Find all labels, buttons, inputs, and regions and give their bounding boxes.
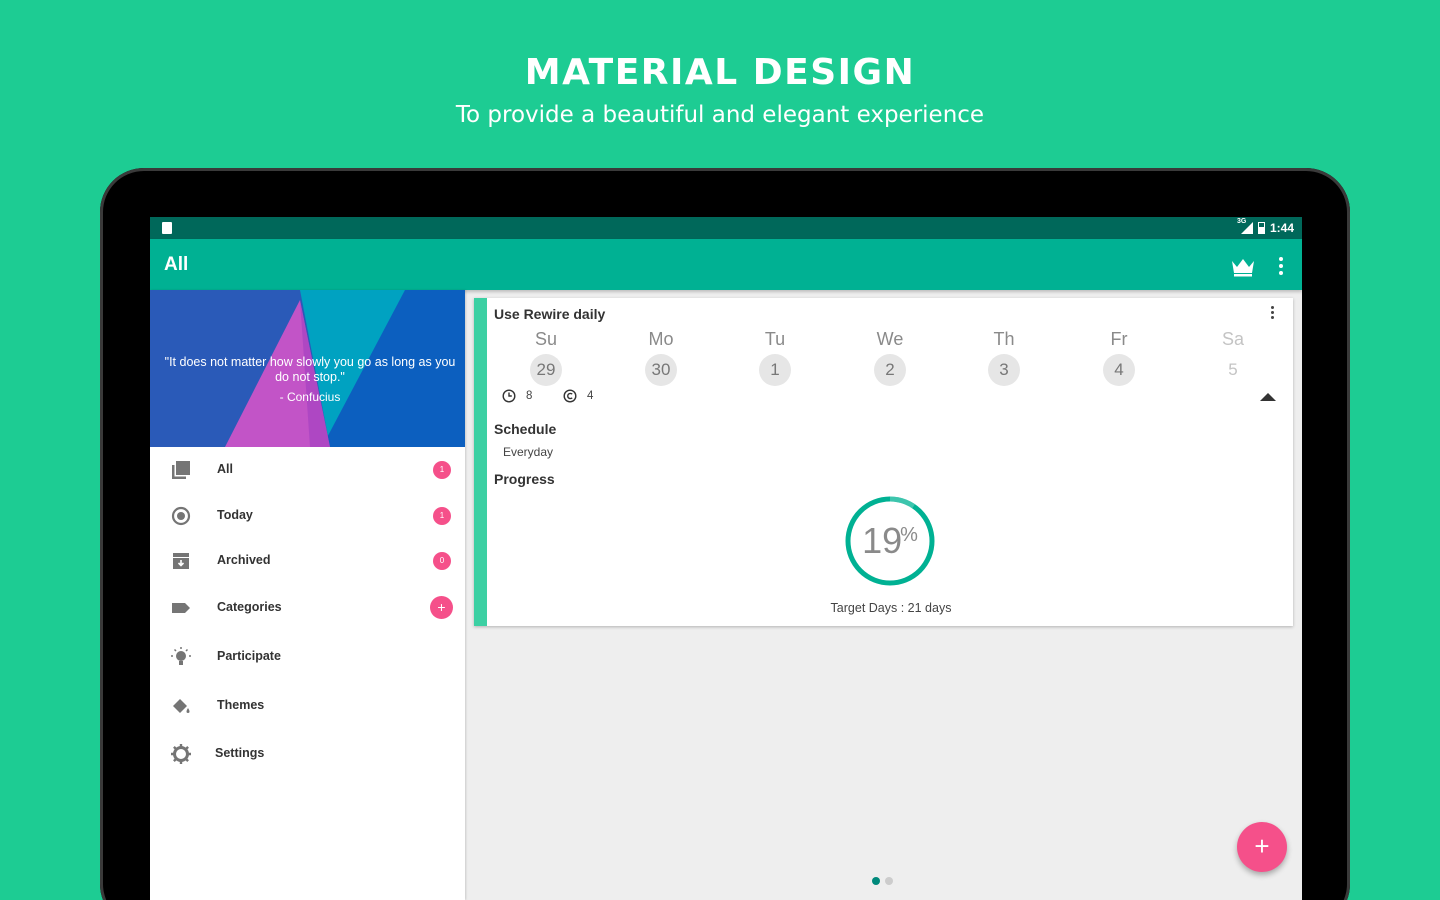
target-days: Target Days : 21 days — [830, 601, 952, 615]
add-habit-fab[interactable]: + — [1237, 822, 1287, 872]
day-number: 30 — [645, 354, 677, 386]
copyright-icon — [563, 389, 577, 403]
promo-title: MATERIAL DESIGN — [524, 52, 916, 93]
tablet-screen: 3G 1:44 All "It does not matter how slow — [150, 217, 1302, 900]
drawer-quote: "It does not matter how slowly you go as… — [164, 355, 456, 384]
drawer-header: "It does not matter how slowly you go as… — [150, 290, 465, 447]
count-badge: 1 — [433, 507, 451, 525]
best-streak: 4 — [563, 389, 593, 403]
label-icon — [172, 603, 190, 613]
gear-icon — [171, 744, 191, 764]
day-cell[interactable]: Mo 30 — [631, 328, 691, 386]
count-badge: 1 — [433, 461, 451, 479]
network-type-label: 3G — [1236, 218, 1247, 225]
nav-item-label: All — [217, 462, 233, 476]
app-bar-title: All — [164, 254, 189, 275]
progress-arc — [889, 496, 916, 509]
day-number: 2 — [874, 354, 906, 386]
day-number: 3 — [988, 354, 1020, 386]
status-time: 1:44 — [1269, 221, 1294, 235]
nav-item-label: Themes — [217, 698, 265, 712]
nav-item-participate[interactable]: Participate — [150, 637, 465, 677]
sd-card-icon — [162, 222, 172, 234]
habit-color-strip — [474, 298, 487, 626]
clock-icon — [502, 389, 516, 403]
day-number: 29 — [530, 354, 562, 386]
day-name: Su — [534, 329, 558, 349]
day-number: 5 — [1228, 360, 1238, 379]
day-name: Sa — [1221, 329, 1245, 349]
schedule-heading: Schedule — [494, 421, 557, 437]
archive-icon — [173, 553, 189, 569]
nav-item-label: Today — [217, 508, 253, 522]
day-name: Tu — [764, 329, 786, 349]
day-name: We — [876, 329, 904, 349]
collapse-arrow-icon[interactable] — [1260, 393, 1276, 401]
day-name: Fr — [1110, 329, 1128, 349]
navigation-drawer: "It does not matter how slowly you go as… — [150, 290, 465, 900]
nav-item-label: Archived — [217, 553, 271, 567]
day-number: 1 — [759, 354, 791, 386]
nav-item-label: Settings — [215, 746, 265, 760]
day-cell[interactable]: Su 29 — [516, 328, 576, 386]
count-badge: 0 — [433, 552, 451, 570]
progress-percent: 19% — [844, 520, 936, 562]
app-bar: All — [150, 239, 1302, 290]
crown-icon[interactable] — [1231, 257, 1255, 277]
best-streak-value: 4 — [587, 390, 594, 402]
day-cell[interactable]: Fr 4 — [1089, 328, 1149, 386]
progress-number: 19 — [862, 520, 903, 561]
day-name: Th — [993, 329, 1015, 349]
nav-item-categories[interactable]: Categories + — [150, 588, 465, 628]
nav-item-themes[interactable]: Themes — [150, 686, 465, 726]
progress-unit: % — [900, 524, 918, 546]
day-name: Mo — [648, 329, 674, 349]
page-dot[interactable] — [872, 877, 880, 885]
schedule-value: Everyday — [503, 445, 554, 459]
nav-item-all[interactable]: All 1 — [150, 450, 465, 490]
day-cell[interactable]: Th 3 — [974, 328, 1034, 386]
radio-target-icon — [171, 506, 191, 526]
signal-icon: 3G — [1237, 218, 1253, 234]
day-cell: Sa 5 — [1203, 328, 1263, 386]
day-cell[interactable]: We 2 — [860, 328, 920, 386]
habit-title: Use Rewire daily — [494, 306, 606, 322]
current-streak-value: 8 — [526, 390, 533, 402]
bulb-icon — [171, 647, 191, 665]
status-bar: 3G 1:44 — [150, 217, 1302, 239]
page-dot[interactable] — [885, 877, 893, 885]
battery-icon — [1257, 222, 1265, 234]
more-vert-icon[interactable] — [1275, 255, 1287, 277]
day-number: 4 — [1103, 354, 1135, 386]
current-streak: 8 — [502, 389, 532, 403]
day-cell[interactable]: Tu 1 — [745, 328, 805, 386]
promo-subtitle: To provide a beautiful and elegant exper… — [455, 102, 985, 128]
drawer-quote-author: - Confucius — [279, 390, 341, 404]
nav-item-label: Categories — [217, 600, 282, 614]
progress-heading: Progress — [494, 471, 555, 487]
nav-item-label: Participate — [217, 649, 281, 663]
nav-item-today[interactable]: Today 1 — [150, 496, 465, 536]
library-icon — [172, 461, 190, 479]
more-vert-icon[interactable] — [1269, 306, 1275, 320]
add-category-button[interactable]: + — [430, 596, 453, 619]
page-indicator — [872, 877, 893, 885]
paint-bucket-icon — [173, 699, 190, 713]
nav-item-archived[interactable]: Archived 0 — [150, 541, 465, 581]
habit-card[interactable]: Use Rewire daily Su 29 Mo 30 Tu 1 We 2 T… — [474, 298, 1293, 626]
nav-item-settings[interactable]: Settings — [150, 734, 465, 774]
